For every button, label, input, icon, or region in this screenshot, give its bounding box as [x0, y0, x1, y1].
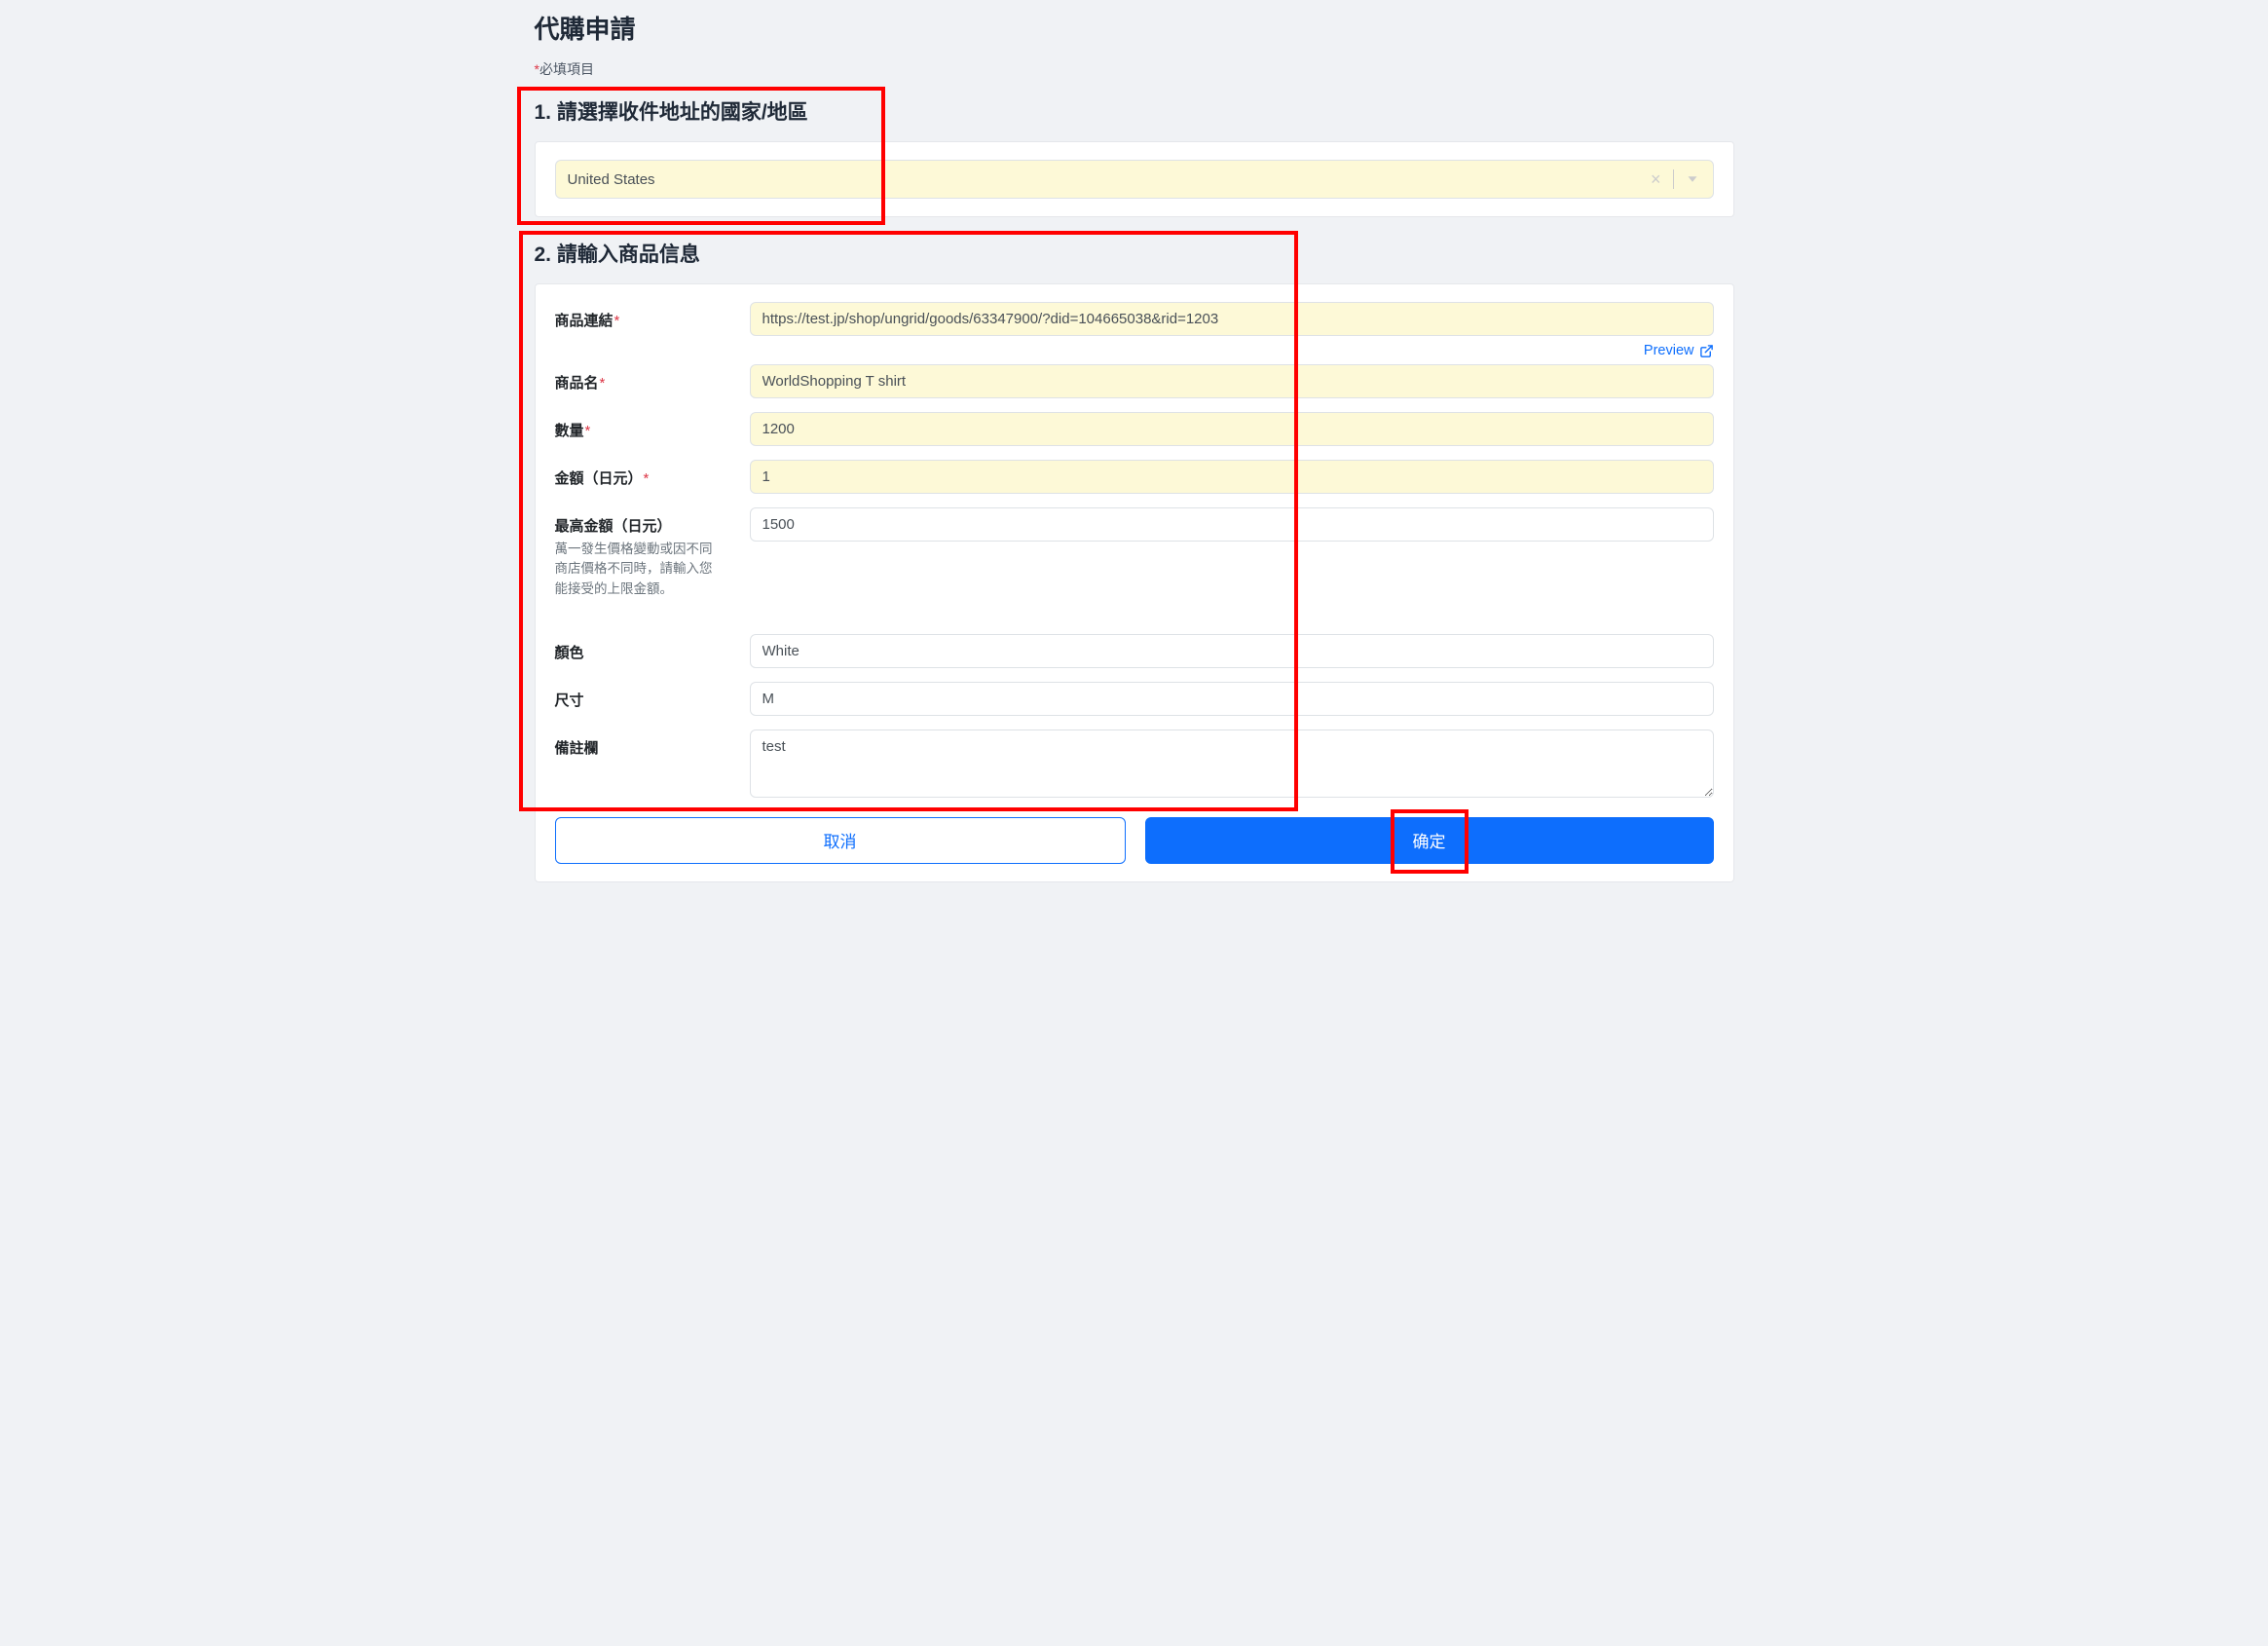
- chevron-down-icon[interactable]: [1680, 170, 1705, 188]
- section1-card: United States ×: [535, 141, 1734, 217]
- country-select-value: United States: [568, 171, 1645, 188]
- input-quantity[interactable]: [750, 412, 1714, 446]
- preview-link-label: Preview: [1644, 343, 1694, 358]
- input-amount[interactable]: [750, 460, 1714, 494]
- section2-card: 商品連結* Preview 商品名*: [535, 283, 1734, 882]
- label-quantity: 數量*: [555, 412, 750, 440]
- cancel-button[interactable]: 取消: [555, 817, 1126, 864]
- label-amount: 金額（日元）*: [555, 460, 750, 488]
- confirm-button[interactable]: 确定: [1145, 817, 1714, 864]
- label-product-name: 商品名*: [555, 364, 750, 393]
- label-product-link: 商品連結*: [555, 302, 750, 330]
- label-remark: 備註欄: [555, 729, 750, 758]
- input-remark[interactable]: [750, 729, 1714, 798]
- page-title: 代購申請: [535, 10, 1734, 46]
- input-max-amount[interactable]: [750, 507, 1714, 542]
- label-size: 尺寸: [555, 682, 750, 710]
- input-product-link[interactable]: [750, 302, 1714, 336]
- label-max-amount: 最高金額（日元） 萬一發生價格變動或因不同商店價格不同時，請輸入您能接受的上限金…: [555, 507, 750, 599]
- close-icon[interactable]: ×: [1645, 170, 1667, 188]
- input-color[interactable]: [750, 634, 1714, 668]
- required-note: *必填項目: [535, 59, 1734, 79]
- select-separator: [1673, 169, 1674, 189]
- input-size[interactable]: [750, 682, 1714, 716]
- preview-link[interactable]: Preview: [1644, 343, 1714, 358]
- external-link-icon: [1699, 344, 1714, 358]
- section1-title: 1. 請選擇收件地址的國家/地區: [535, 96, 1734, 126]
- required-note-text: 必填項目: [539, 61, 594, 77]
- help-max-amount: 萬一發生價格變動或因不同商店價格不同時，請輸入您能接受的上限金額。: [555, 540, 721, 599]
- label-color: 顏色: [555, 634, 750, 662]
- input-product-name[interactable]: [750, 364, 1714, 398]
- section2-title: 2. 請輸入商品信息: [535, 239, 1734, 268]
- country-select[interactable]: United States ×: [555, 160, 1714, 199]
